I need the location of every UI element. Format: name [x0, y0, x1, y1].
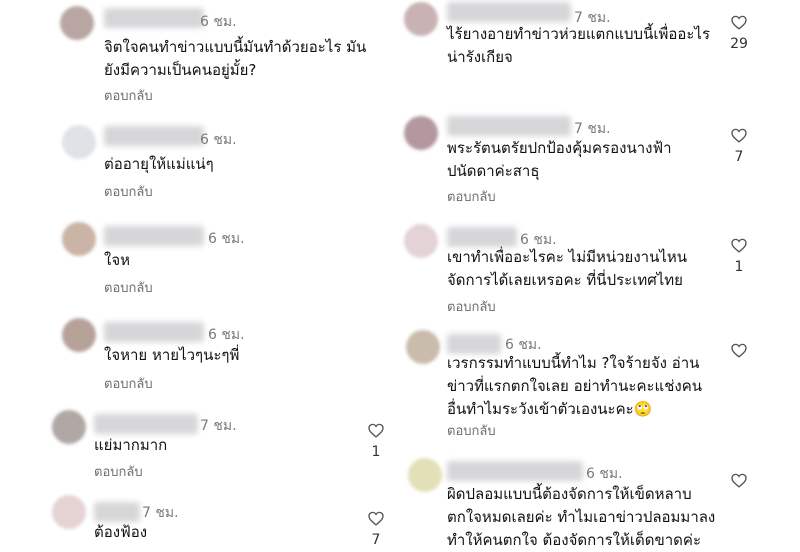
heart-icon[interactable] [368, 511, 384, 526]
comment-text: แย่มากมาก [94, 436, 168, 454]
comment-text: จิตใจคนทำข่าวแบบนี้มันทำด้วยอะไร มัน ยัง… [104, 38, 367, 79]
comment-time: 6 ชม. [586, 466, 623, 482]
username-blurred[interactable] [94, 414, 198, 434]
reply-button[interactable]: ตอบกลับ [447, 186, 496, 207]
username-blurred[interactable] [94, 502, 140, 522]
username-blurred[interactable] [104, 226, 204, 246]
like-button[interactable]: 7 [727, 128, 751, 165]
comment-text: เวรกรรมทำแบบนี้ทำไม ?ใจร้ายจัง อ่าน ข่าว… [447, 354, 702, 418]
like-button[interactable]: 7 [364, 511, 388, 548]
comment-text: ใจหาย หายไวๆนะๆพี่ [104, 346, 240, 364]
like-count: 29 [730, 36, 748, 52]
reply-button[interactable]: ตอบกลับ [94, 461, 143, 482]
comment-time: 7 ชม. [200, 418, 237, 434]
reply-button[interactable]: ตอบกลับ [104, 373, 153, 394]
like-button[interactable]: 29 [727, 15, 751, 52]
username-blurred[interactable] [447, 334, 501, 354]
like-count: 1 [734, 259, 744, 275]
avatar[interactable] [408, 458, 442, 492]
comment-text: ต้องฟ้อง [94, 523, 148, 541]
like-button[interactable]: 1 [364, 423, 388, 460]
comment-time: 6 ชม. [200, 14, 237, 30]
heart-icon[interactable] [731, 473, 747, 488]
comment-time: 6 ชม. [200, 132, 237, 148]
comment-text: ผิดปลอมแบบนี้ต้องจัดการให้เข็ดหลาบ ตกใจห… [447, 485, 716, 549]
heart-icon[interactable] [731, 238, 747, 253]
avatar[interactable] [60, 6, 94, 40]
comment-time: 6 ชม. [208, 231, 245, 247]
comment-text: ใจห [104, 251, 131, 269]
avatar[interactable] [404, 116, 438, 150]
comment-text: เขาทำเพื่ออะไรคะ ไม่มีหน่วยงานไหน จัดการ… [447, 248, 688, 289]
username-blurred[interactable] [104, 8, 204, 28]
like-count: 7 [734, 149, 744, 165]
reply-button[interactable]: ตอบกลับ [104, 277, 153, 298]
avatar[interactable] [62, 125, 96, 159]
reply-button[interactable]: ตอบกลับ [447, 420, 496, 441]
comment-text: ต่ออายุให้แม่แน่ๆ [104, 155, 214, 173]
avatar[interactable] [406, 330, 440, 364]
like-button[interactable] [727, 473, 751, 494]
avatar[interactable] [52, 495, 86, 529]
like-button[interactable]: 1 [727, 238, 751, 275]
comment-time: 6 ชม. [208, 327, 245, 343]
heart-icon[interactable] [731, 343, 747, 358]
heart-icon[interactable] [731, 15, 747, 30]
reply-button[interactable]: ตอบกลับ [104, 181, 153, 202]
username-blurred[interactable] [104, 322, 204, 342]
avatar[interactable] [52, 410, 86, 444]
avatar[interactable] [404, 2, 438, 36]
reply-button[interactable]: ตอบกลับ [447, 296, 496, 317]
reply-button[interactable]: ตอบกลับ [104, 85, 153, 106]
avatar[interactable] [404, 224, 438, 258]
username-blurred[interactable] [447, 116, 571, 136]
avatar[interactable] [62, 318, 96, 352]
username-blurred[interactable] [447, 227, 517, 247]
avatar[interactable] [62, 222, 96, 256]
heart-icon[interactable] [731, 128, 747, 143]
username-blurred[interactable] [447, 2, 571, 22]
heart-icon[interactable] [368, 423, 384, 438]
comment-text: ไร้ยางอายทำข่าวห่วยแตกแบบนี้เพื่ออะไร น่… [447, 25, 711, 66]
comment-time: 7 ชม. [142, 505, 179, 521]
username-blurred[interactable] [104, 126, 204, 146]
like-button[interactable] [727, 343, 751, 364]
comment-text: พระรัตนตรัยปกป้องคุ้มครองนางฟ้า ปนัดดาค่… [447, 139, 672, 180]
username-blurred[interactable] [447, 461, 583, 481]
like-count: 1 [371, 444, 381, 460]
